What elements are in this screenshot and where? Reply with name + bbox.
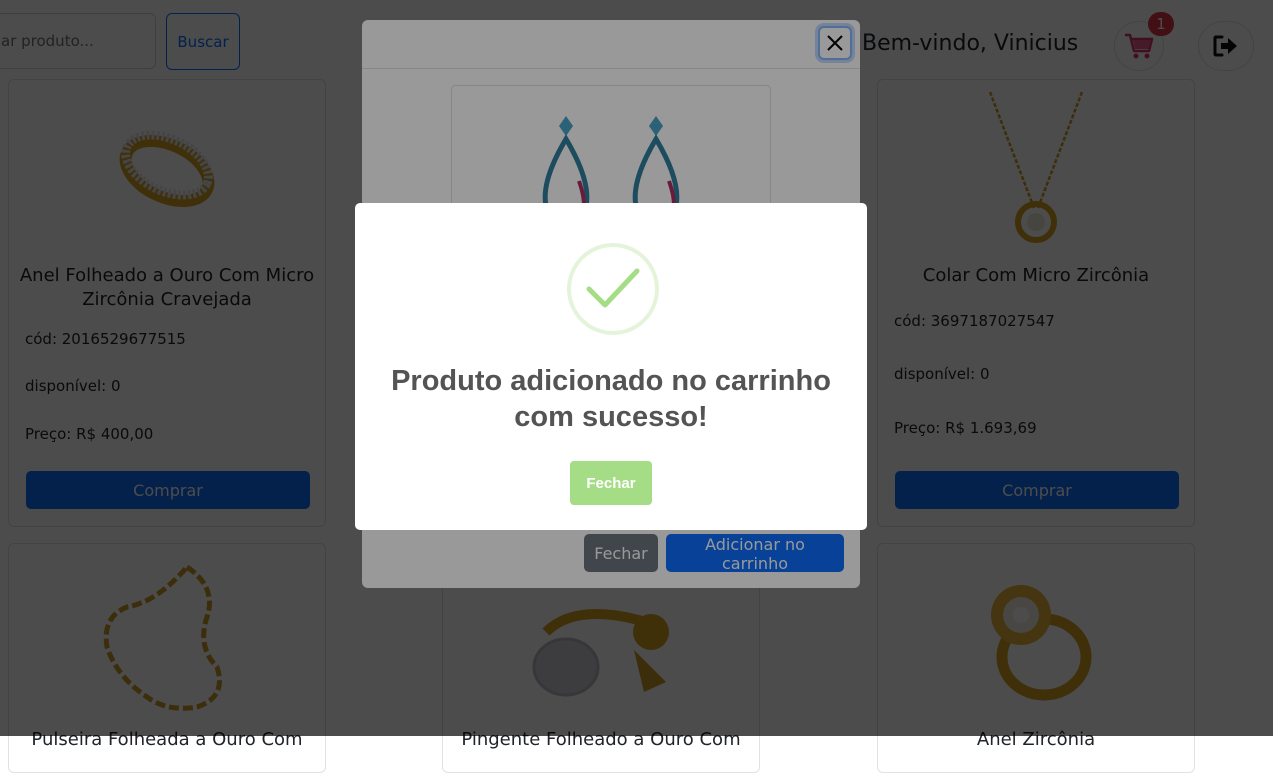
success-icon — [567, 243, 659, 335]
alert-close-button[interactable]: Fechar — [570, 461, 652, 505]
alert-title: Produto adicionado no carrinho com suces… — [391, 365, 831, 433]
success-alert: Produto adicionado no carrinho com suces… — [355, 203, 867, 530]
